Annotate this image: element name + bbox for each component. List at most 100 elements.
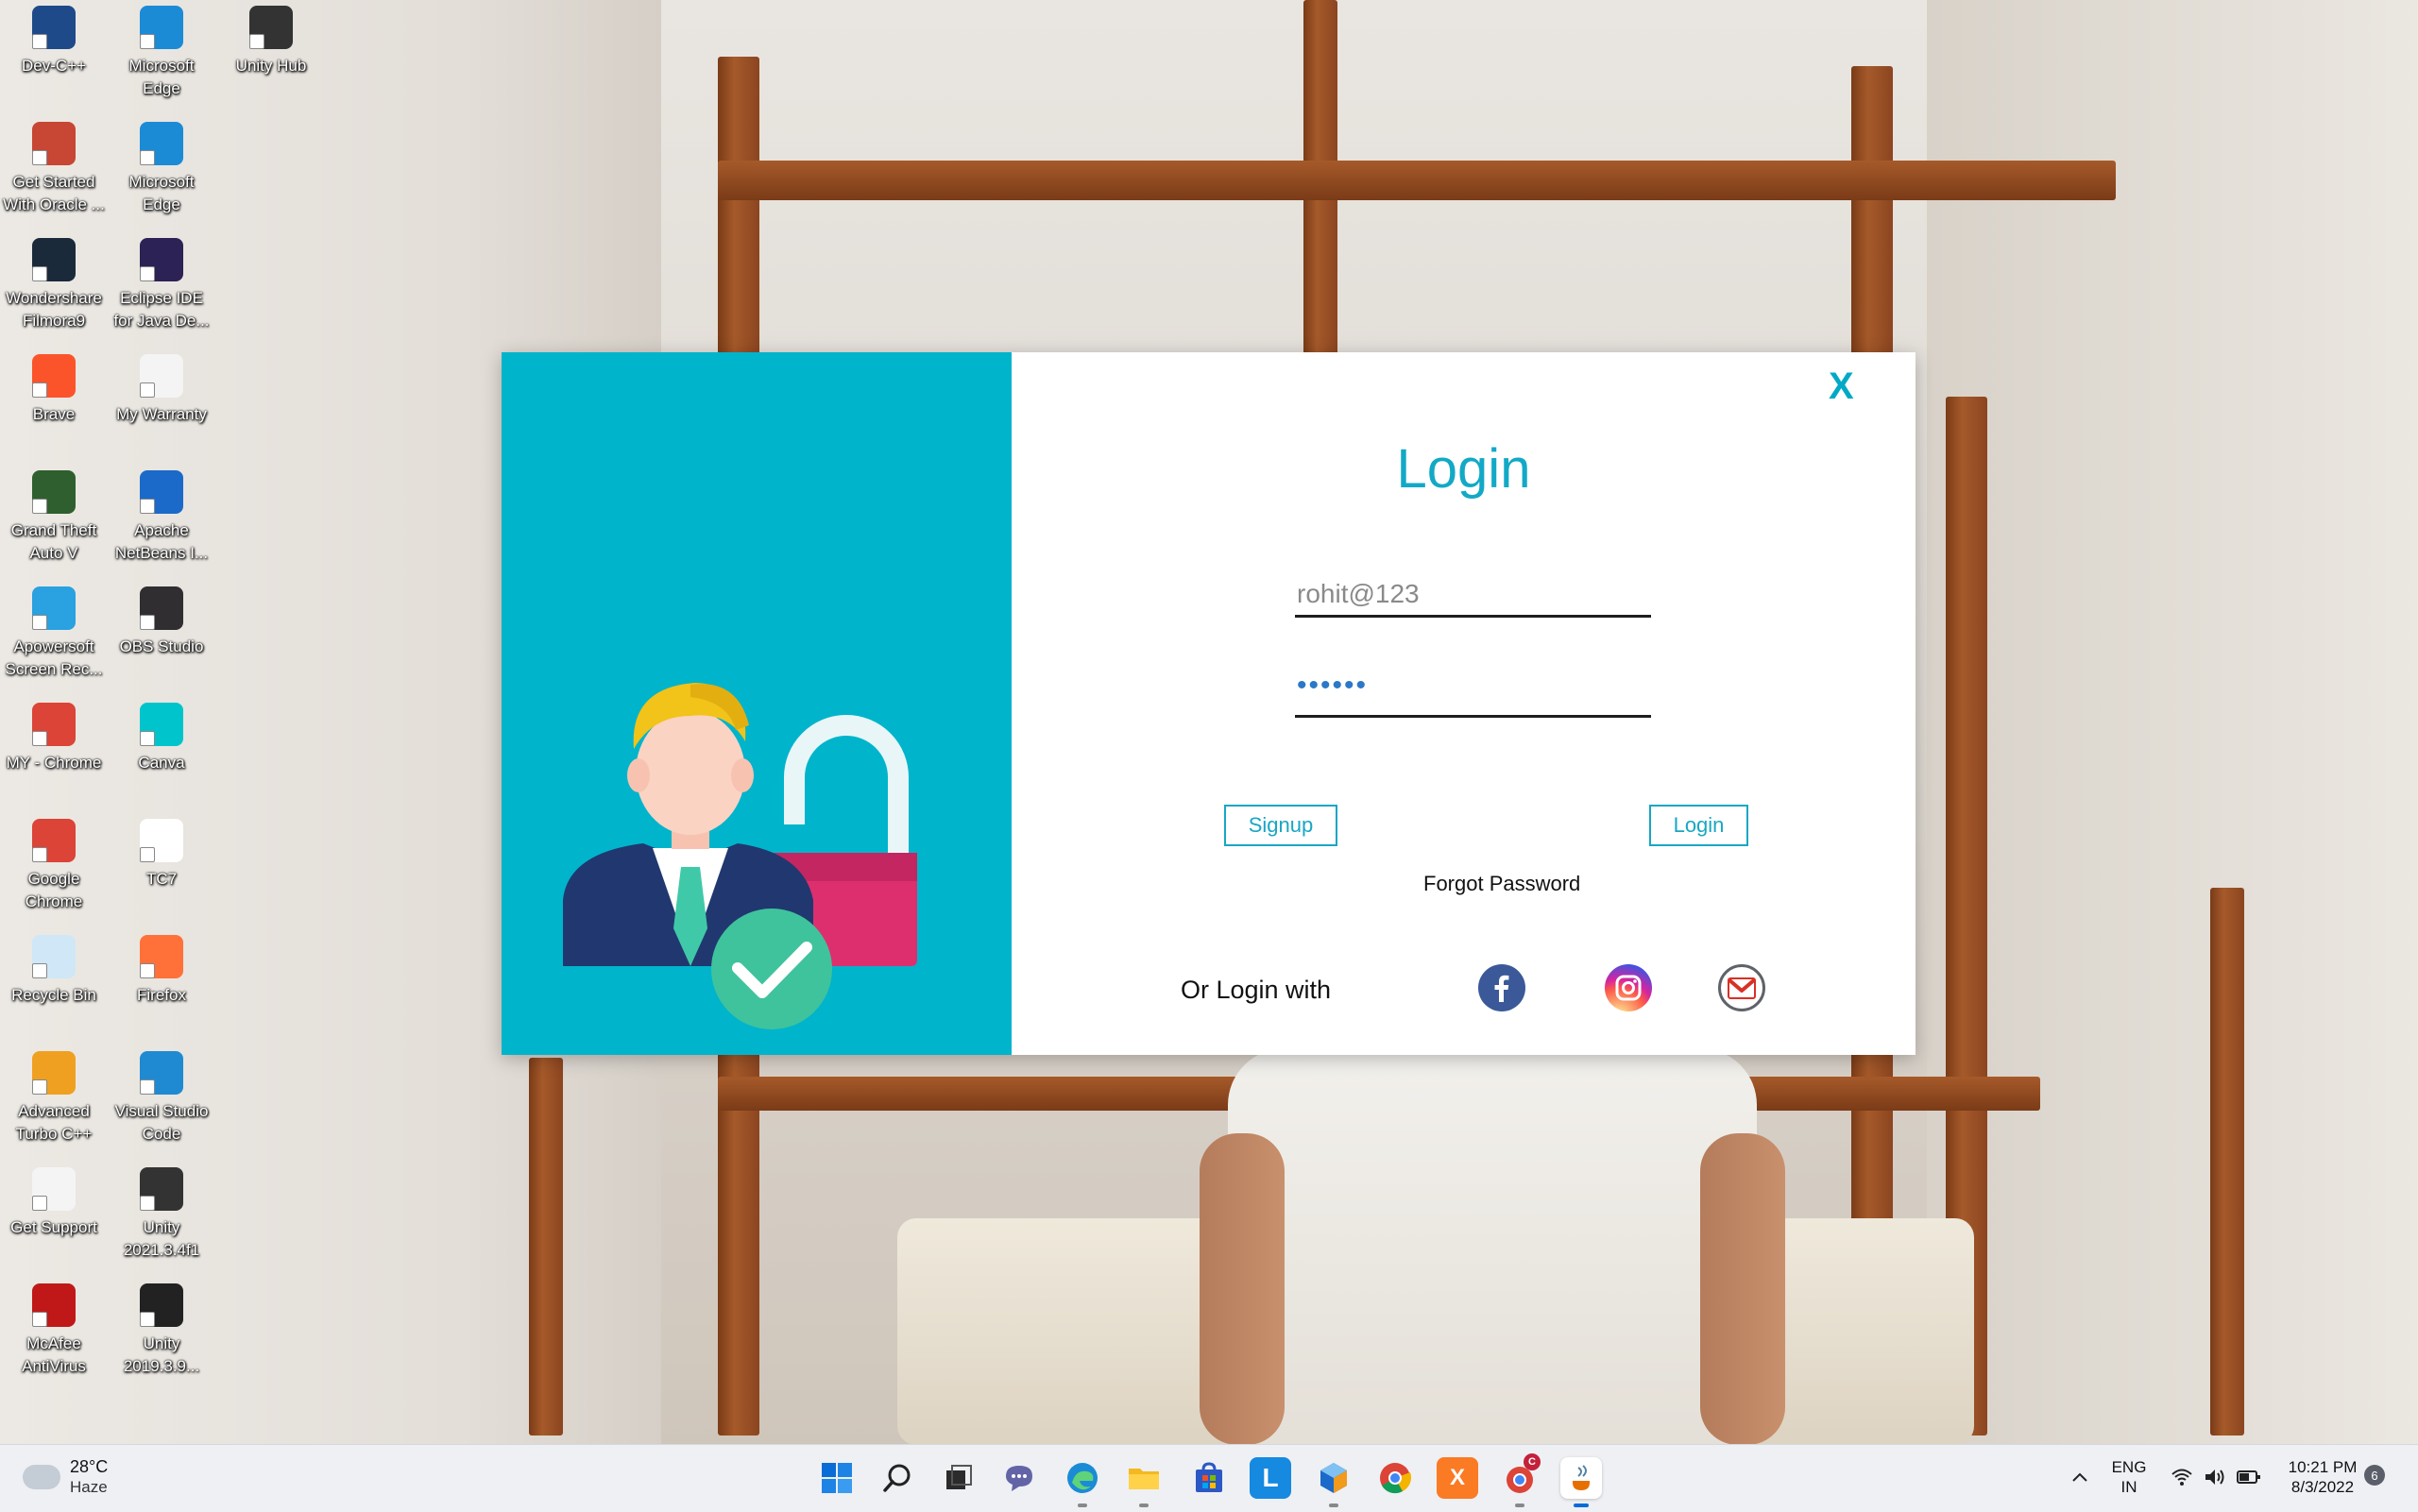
- desktop-icon[interactable]: Unity 2021.3.4f1: [110, 1167, 213, 1262]
- desktop-icon-label: Unity Hub: [235, 57, 307, 75]
- desktop-icon[interactable]: Microsoft Edge: [110, 122, 213, 216]
- l-app-icon: L: [1262, 1463, 1279, 1492]
- running-indicator: [1329, 1504, 1338, 1507]
- desktop-icon-label: Wondershare Filmora9: [6, 289, 102, 330]
- eclipse-icon: [140, 238, 183, 281]
- username-input[interactable]: [1295, 579, 1651, 618]
- search-icon: [883, 1464, 911, 1492]
- desktop-icon[interactable]: MY - Chrome: [2, 703, 106, 774]
- volume-icon[interactable]: [2204, 1468, 2226, 1487]
- desktop-icon-label: Firefox: [137, 986, 186, 1004]
- start-button[interactable]: [816, 1457, 858, 1499]
- close-button[interactable]: X: [1829, 365, 1854, 408]
- search-button[interactable]: [877, 1457, 918, 1499]
- weaver-figure: [1228, 1048, 1757, 1444]
- active-indicator: [1574, 1504, 1589, 1507]
- wifi-icon[interactable]: [2171, 1468, 2193, 1487]
- windows-start-icon: [822, 1463, 852, 1493]
- xampp-button[interactable]: X: [1437, 1457, 1478, 1499]
- desktop-icon[interactable]: Unity Hub: [219, 6, 323, 77]
- desktop-icon-label: Advanced Turbo C++: [15, 1102, 93, 1143]
- desktop-icon-label: Dev-C++: [21, 57, 87, 75]
- desktop-icon[interactable]: Recycle Bin: [2, 935, 106, 1007]
- gmail-login-button[interactable]: [1718, 964, 1765, 1011]
- login-title: Login: [1396, 438, 1531, 500]
- weaver-arm: [1700, 1133, 1785, 1444]
- microsoft-store-button[interactable]: [1188, 1457, 1230, 1499]
- desktop-icon[interactable]: Dev-C++: [2, 6, 106, 77]
- chrome-icon: [32, 819, 76, 862]
- netbeans-taskbar-button[interactable]: [1313, 1457, 1354, 1507]
- profile-badge: C: [1524, 1453, 1541, 1470]
- gmail-icon: [1727, 977, 1757, 999]
- obs-icon: [140, 586, 183, 630]
- desktop-icon-label: Visual Studio Code: [114, 1102, 209, 1143]
- file-explorer-button[interactable]: [1123, 1457, 1165, 1507]
- desktop-icon[interactable]: Grand Theft Auto V: [2, 470, 106, 565]
- chrome-taskbar-button[interactable]: [1374, 1457, 1416, 1499]
- signup-button[interactable]: Signup: [1224, 805, 1337, 846]
- desktop-icon-label: Canva: [138, 754, 185, 772]
- language-indicator[interactable]: ENG IN: [2110, 1457, 2148, 1497]
- document-icon: [32, 1167, 76, 1211]
- desktop-icon[interactable]: Advanced Turbo C++: [2, 1051, 106, 1146]
- login-dialog: X Login Signup Login Forgot Password Or …: [502, 352, 1916, 1055]
- clock[interactable]: 10:21 PM 8/3/2022: [2278, 1457, 2367, 1497]
- running-indicator: [1078, 1504, 1087, 1507]
- facebook-login-button[interactable]: [1478, 964, 1525, 1011]
- user-unlock-illustration: [563, 683, 917, 1029]
- desktop-icon[interactable]: McAfee AntiVirus: [2, 1283, 106, 1378]
- chat-button[interactable]: [998, 1457, 1040, 1499]
- xampp-icon: X: [1449, 1465, 1465, 1490]
- loom-post: [2210, 888, 2244, 1436]
- chrome-icon: [1380, 1463, 1412, 1494]
- desktop-icon[interactable]: Apowersoft Screen Rec...: [2, 586, 106, 681]
- task-view-button[interactable]: [938, 1457, 979, 1499]
- desktop-icon-label: McAfee AntiVirus: [22, 1334, 86, 1375]
- java-app-button[interactable]: [1560, 1457, 1602, 1507]
- clock-time: 10:21 PM: [2288, 1458, 2358, 1476]
- weaver-arm: [1200, 1133, 1285, 1444]
- desktop-icon[interactable]: Microsoft Edge: [110, 6, 213, 100]
- desktop-icon[interactable]: TC7: [110, 819, 213, 891]
- folder-icon: [1129, 1469, 1159, 1489]
- desktop-icon[interactable]: Unity 2019.3.9...: [110, 1283, 213, 1378]
- desktop-icon[interactable]: Eclipse IDE for Java De...: [110, 238, 213, 332]
- edge-icon: [140, 122, 183, 165]
- desktop-icon-label: Brave: [32, 405, 76, 423]
- desktop-icon[interactable]: Google Chrome: [2, 819, 106, 913]
- edge-taskbar-button[interactable]: [1062, 1457, 1103, 1507]
- clock-date: 8/3/2022: [2290, 1478, 2355, 1496]
- chrome-profile-taskbar-button[interactable]: C: [1499, 1453, 1541, 1507]
- login-button[interactable]: Login: [1649, 805, 1748, 846]
- desktop-icon[interactable]: My Warranty: [110, 354, 213, 426]
- password-input[interactable]: [1295, 670, 1651, 718]
- desktop-icon-label: Google Chrome: [25, 870, 83, 910]
- desktop-icon[interactable]: Canva: [110, 703, 213, 774]
- netbeans-icon: [140, 470, 183, 514]
- desktop-icon-label: OBS Studio: [119, 637, 204, 655]
- l-app-button[interactable]: L: [1250, 1457, 1291, 1499]
- instagram-login-button[interactable]: [1605, 964, 1652, 1011]
- battery-icon[interactable]: [2237, 1470, 2261, 1485]
- desktop-icon[interactable]: Visual Studio Code: [110, 1051, 213, 1146]
- desktop-icon[interactable]: Get Started With Oracle ...: [2, 122, 106, 216]
- store-icon: [1196, 1462, 1222, 1492]
- desktop-icon[interactable]: Firefox: [110, 935, 213, 1007]
- unity-hub-icon: [249, 6, 293, 49]
- notification-badge[interactable]: 6: [2364, 1465, 2385, 1486]
- forgot-password-link[interactable]: Forgot Password: [1423, 872, 1580, 896]
- running-indicator: [1139, 1504, 1149, 1507]
- instagram-icon: [1615, 975, 1642, 1001]
- desktop-icon[interactable]: Apache NetBeans I...: [110, 470, 213, 565]
- desktop-icon[interactable]: Wondershare Filmora9: [2, 238, 106, 332]
- java-icon: [1573, 1465, 1590, 1490]
- desktop-icon-label: Microsoft Edge: [128, 57, 195, 97]
- chevron-up-icon[interactable]: [2070, 1470, 2089, 1485]
- desktop-icon[interactable]: Get Support: [2, 1167, 106, 1239]
- login-illustration-panel: [502, 352, 1012, 1055]
- desktop-icon[interactable]: Brave: [2, 354, 106, 426]
- desktop-icon[interactable]: OBS Studio: [110, 586, 213, 658]
- recycle-bin-icon: [32, 935, 76, 978]
- weather-widget[interactable]: 28°C Haze: [15, 1455, 108, 1498]
